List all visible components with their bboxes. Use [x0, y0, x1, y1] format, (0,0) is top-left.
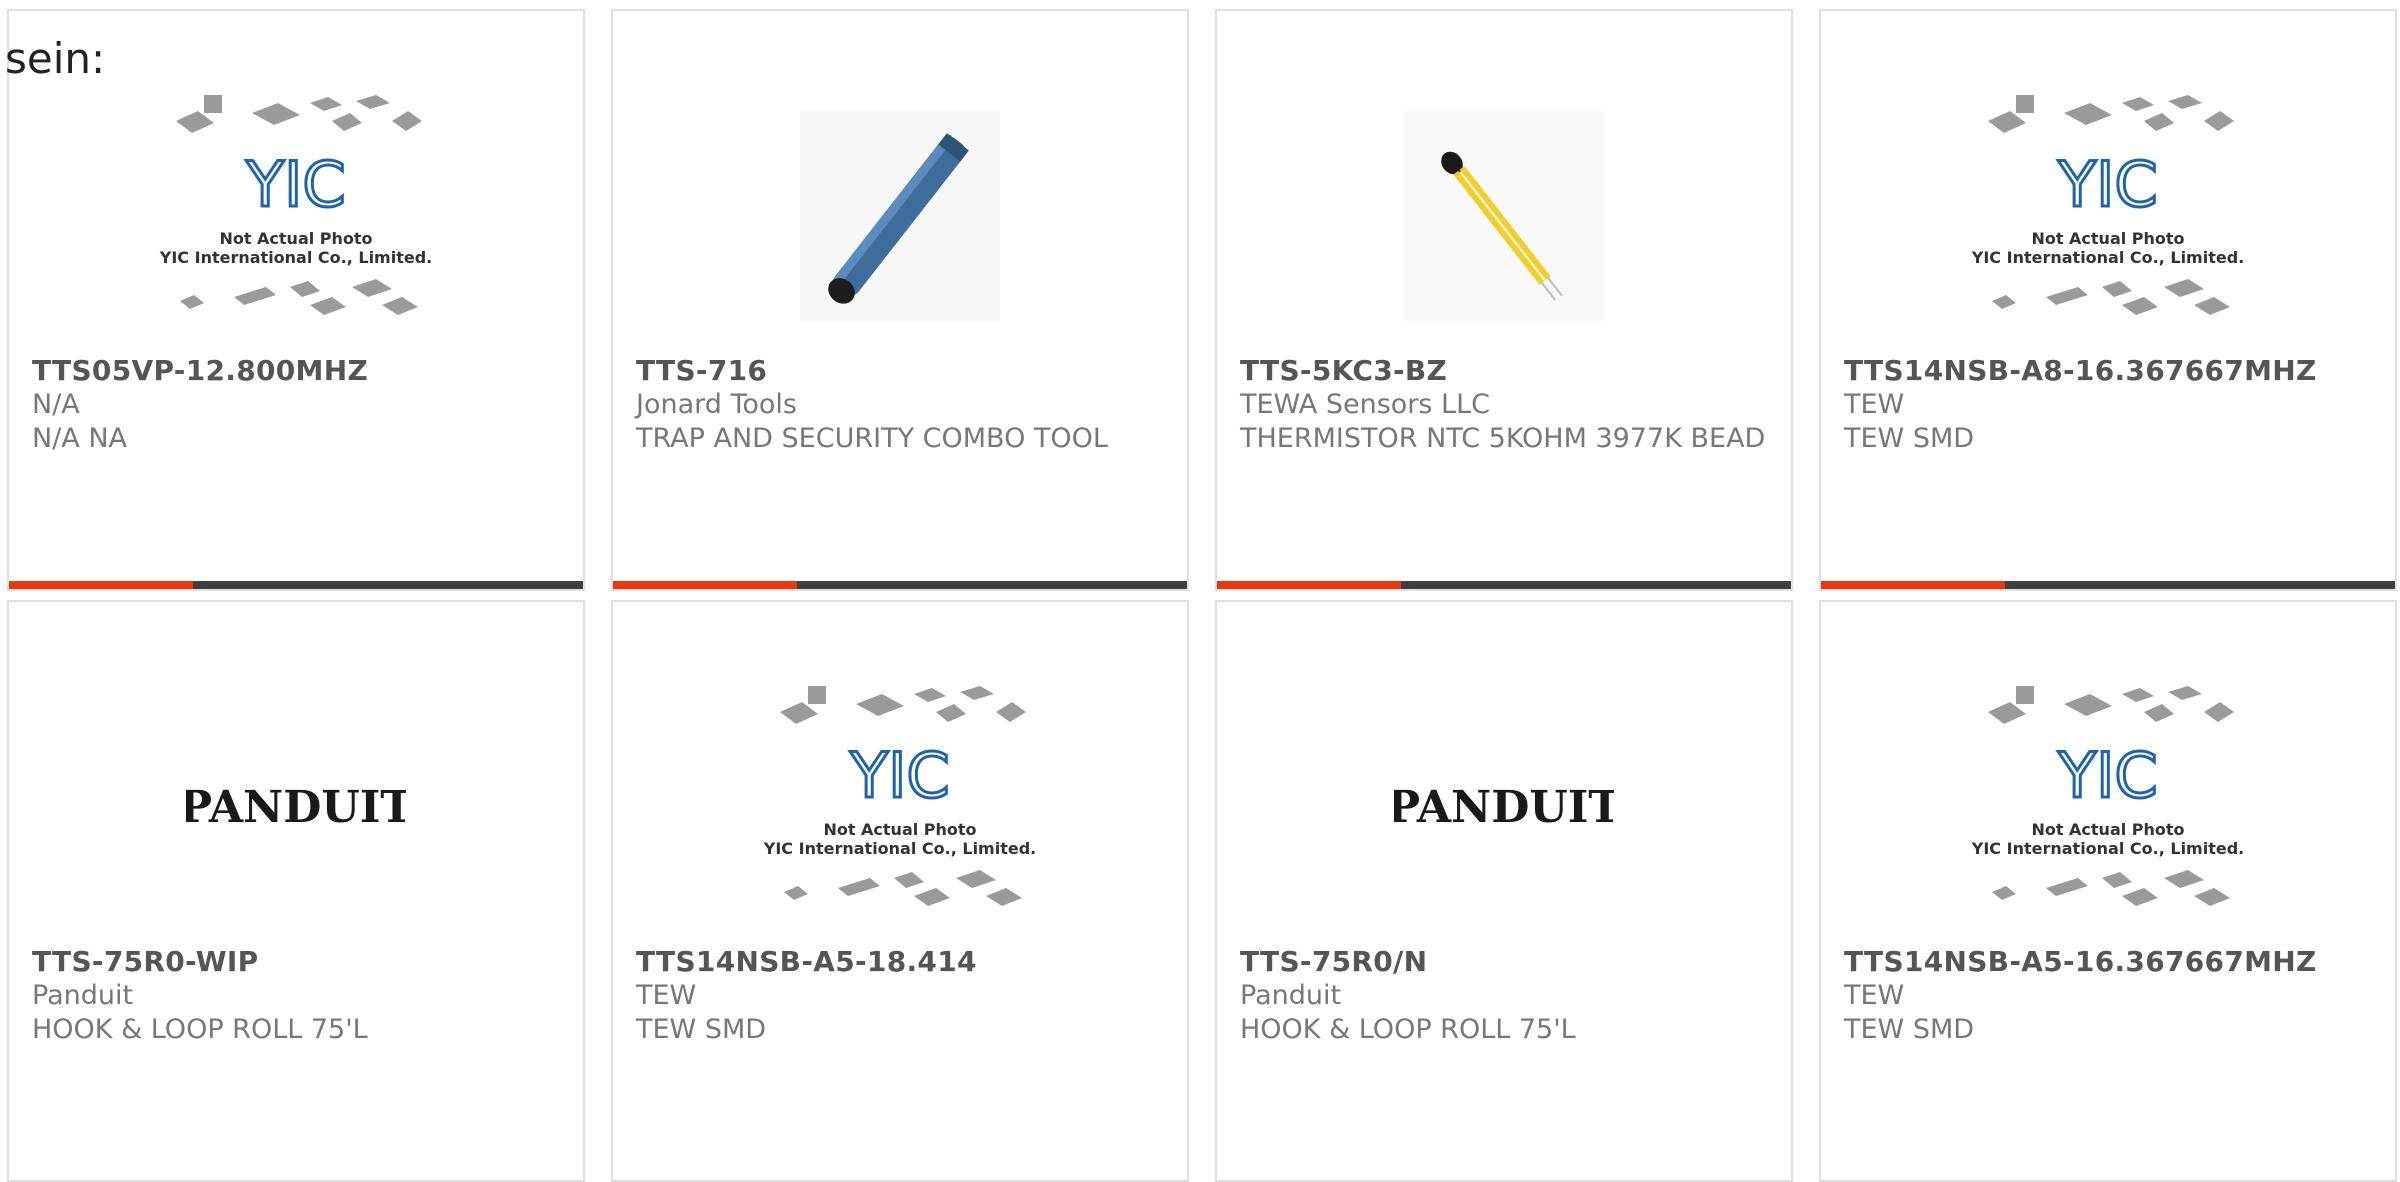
product-image[interactable]: PANDUIT [1217, 672, 1791, 942]
placeholder-caption-line2: YIC International Co., Limited. [159, 248, 432, 267]
blue-tool-photo [800, 111, 1000, 321]
product-image[interactable] [613, 81, 1187, 351]
product-image[interactable]: YIC Not Actual Photo YIC International C… [9, 81, 583, 351]
description: TRAP AND SECURITY COMBO TOOL [636, 423, 1108, 454]
product-card[interactable]: TTS-716 Jonard Tools TRAP AND SECURITY C… [611, 9, 1189, 591]
panduit-logo-image: PANDUIT [186, 782, 406, 833]
product-card[interactable]: PANDUIT TTS-75R0-WIP Panduit HOOK & LOOP… [7, 600, 585, 1182]
manufacturer: TEW [636, 980, 697, 1011]
product-card[interactable]: YIC Not Actual Photo YIC International C… [1819, 9, 2397, 591]
description: HOOK & LOOP ROLL 75'L [32, 1014, 368, 1045]
product-card[interactable]: YIC Not Actual Photo YIC International C… [7, 9, 585, 591]
thermistor-photo [1404, 111, 1604, 321]
part-number[interactable]: TTS-5KC3-BZ [1240, 354, 1771, 388]
placeholder-caption-line2: YIC International Co., Limited. [1971, 839, 2244, 858]
yic-logo: YIC [2057, 148, 2157, 221]
progress-bar [613, 581, 1187, 589]
progress-fill [9, 581, 193, 589]
part-number[interactable]: TTS14NSB-A5-16.367667MHZ [1844, 945, 2375, 979]
product-card[interactable]: YIC Not Actual Photo YIC International C… [611, 600, 1189, 1182]
yic-logo: YIC [245, 148, 345, 221]
description: TEW SMD [636, 1014, 767, 1045]
product-image[interactable]: PANDUIT [9, 672, 583, 942]
yic-placeholder-image: YIC Not Actual Photo YIC International C… [1971, 95, 2244, 315]
progress-bar [1821, 581, 2395, 589]
part-number[interactable]: TTS-75R0-WIP [32, 945, 563, 979]
description: THERMISTOR NTC 5KOHM 3977K BEAD [1240, 423, 1766, 454]
yic-placeholder-image: YIC Not Actual Photo YIC International C… [763, 686, 1036, 906]
product-image[interactable] [1217, 81, 1791, 351]
part-number[interactable]: TTS05VP-12.800MHZ [32, 354, 563, 388]
placeholder-caption-line2: YIC International Co., Limited. [1971, 248, 2244, 267]
manufacturer: TEWA Sensors LLC [1240, 389, 1490, 420]
product-card[interactable]: PANDUIT TTS-75R0/N Panduit HOOK & LOOP R… [1215, 600, 1793, 1182]
panduit-logo: PANDUIT [1394, 782, 1614, 833]
yic-logo: YIC [849, 739, 949, 812]
placeholder-caption-line2: YIC International Co., Limited. [763, 839, 1036, 858]
part-number[interactable]: TTS-716 [636, 354, 1167, 388]
description: N/A NA [32, 423, 128, 454]
product-card[interactable]: TTS-5KC3-BZ TEWA Sensors LLC THERMISTOR … [1215, 9, 1793, 591]
progress-fill [1217, 581, 1401, 589]
placeholder-caption-line1: Not Actual Photo [2031, 820, 2184, 839]
manufacturer: TEW [1844, 980, 1905, 1011]
product-card[interactable]: YIC Not Actual Photo YIC International C… [1819, 600, 2397, 1182]
panduit-logo-image: PANDUIT [1394, 782, 1614, 833]
part-number[interactable]: TTS14NSB-A5-18.414 [636, 945, 1167, 979]
manufacturer: Panduit [32, 980, 134, 1011]
manufacturer: Jonard Tools [636, 389, 797, 420]
product-image[interactable]: YIC Not Actual Photo YIC International C… [1821, 672, 2395, 942]
progress-fill [1821, 581, 2005, 589]
part-number[interactable]: TTS14NSB-A8-16.367667MHZ [1844, 354, 2375, 388]
part-number[interactable]: TTS-75R0/N [1240, 945, 1771, 979]
description: HOOK & LOOP ROLL 75'L [1240, 1014, 1576, 1045]
yic-placeholder-image: YIC Not Actual Photo YIC International C… [1971, 686, 2244, 906]
product-image[interactable]: YIC Not Actual Photo YIC International C… [1821, 81, 2395, 351]
yic-logo: YIC [2057, 739, 2157, 812]
yic-placeholder-image: YIC Not Actual Photo YIC International C… [159, 95, 432, 315]
manufacturer: N/A [32, 389, 80, 420]
description: TEW SMD [1844, 1014, 1975, 1045]
placeholder-caption-line1: Not Actual Photo [2031, 229, 2184, 248]
manufacturer: TEW [1844, 389, 1905, 420]
progress-bar [9, 581, 583, 589]
description: TEW SMD [1844, 423, 1975, 454]
placeholder-caption-line1: Not Actual Photo [219, 229, 372, 248]
lead-text: sein: [5, 34, 106, 83]
progress-bar [1217, 581, 1791, 589]
progress-fill [613, 581, 797, 589]
placeholder-caption-line1: Not Actual Photo [823, 820, 976, 839]
panduit-logo: PANDUIT [186, 782, 406, 833]
manufacturer: Panduit [1240, 980, 1342, 1011]
product-image[interactable]: YIC Not Actual Photo YIC International C… [613, 672, 1187, 942]
